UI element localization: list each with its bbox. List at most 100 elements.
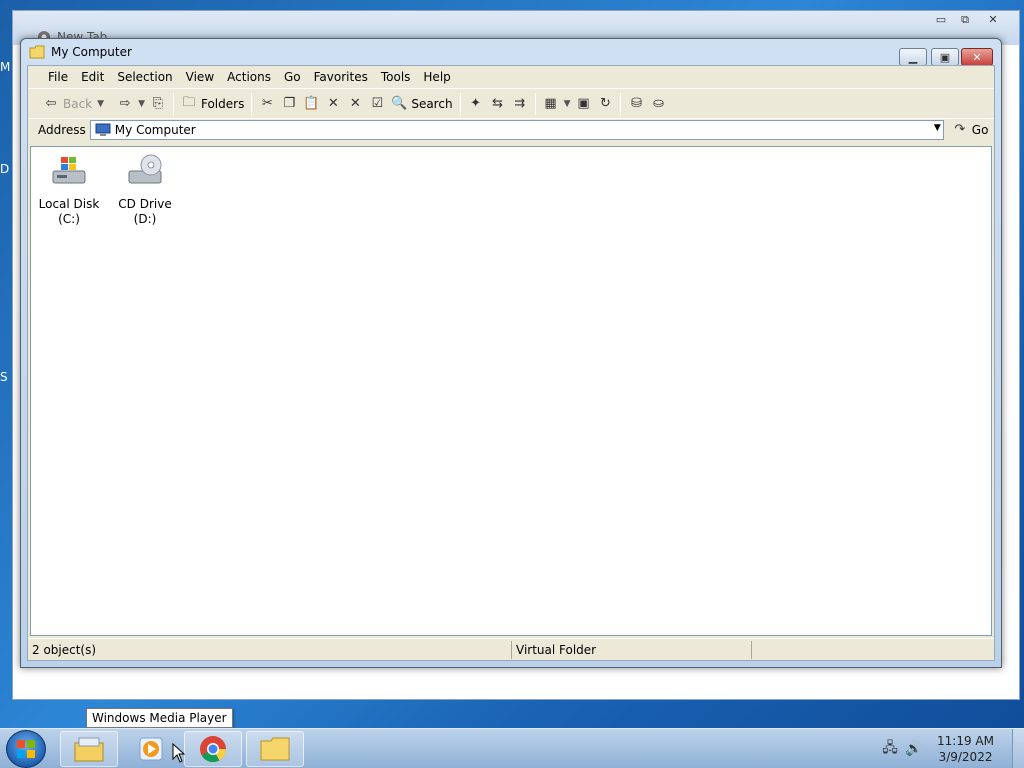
up-folder-icon: ⎘ [152,96,164,111]
command-prompt-button[interactable]: ▣ [572,92,594,116]
media-player-icon [139,737,163,761]
clock-time: 11:19 AM [937,734,994,748]
up-folder-button[interactable]: ⎘ [147,92,169,116]
search-label: Search [411,96,453,111]
background-minimize-button[interactable]: ▭ [929,13,953,27]
copy-to-button[interactable]: ⇉ [509,92,531,116]
address-dropdown-icon[interactable]: ▼ [934,123,941,133]
search-button[interactable]: 🔍 Search [388,92,455,116]
folders-label: Folders [200,96,245,111]
cd-drive-icon [128,154,162,184]
taskbar-file-explorer[interactable] [60,731,118,767]
toolbar-separator [459,92,461,115]
copy-to-icon: ⇉ [514,96,526,111]
scissors-icon: ✂ [261,96,273,111]
address-bar: Address My Computer ▼ ↷ Go [28,118,994,140]
new-folder-icon: ✦ [470,96,482,111]
menu-help[interactable]: Help [417,70,456,84]
move-to-button[interactable]: ⇆ [487,92,509,116]
properties-button[interactable]: ☑ [366,92,388,116]
delete-button[interactable]: ✕ [322,92,344,116]
mouse-cursor-icon [172,743,186,763]
drive-item-d[interactable]: CD Drive (D:) [109,153,181,227]
chrome-icon [200,736,227,763]
menu-tools[interactable]: Tools [375,70,417,84]
move-to-icon: ⇆ [492,96,504,111]
start-button[interactable] [6,730,46,768]
disconnect-drive-button[interactable]: ⛀ [647,92,669,116]
folders-button[interactable]: 🗀 Folders [178,92,247,116]
window-title: My Computer [51,45,132,59]
cross-icon: ✕ [349,96,361,111]
address-value: My Computer [114,122,196,137]
background-maximize-button[interactable]: ⧉ [953,13,977,27]
forward-button[interactable]: ⇨ [114,92,136,116]
clock-date: 3/9/2022 [938,750,993,764]
my-computer-window[interactable]: My Computer ▁ ▣ ✕ File Edit Selection Vi… [20,38,1002,668]
maximize-button[interactable]: ▣ [931,48,959,66]
back-dropdown-icon[interactable]: ▼ [95,99,106,109]
menu-go[interactable]: Go [278,70,307,84]
menu-selection[interactable]: Selection [111,70,178,84]
status-empty-pane [752,641,994,659]
map-drive-button[interactable]: ⛁ [625,92,647,116]
address-field[interactable]: My Computer ▼ [89,119,944,140]
undo-button[interactable]: ✕ [344,92,366,116]
refresh-button[interactable]: ↻ [594,92,616,116]
close-button[interactable]: ✕ [961,48,993,66]
menu-edit[interactable]: Edit [75,70,110,84]
minimize-button[interactable]: ▁ [899,48,927,66]
toolbar-separator [534,92,536,115]
clock[interactable]: 11:19 AM 3/9/2022 [937,733,994,765]
go-label: Go [971,122,989,137]
taskbar-my-computer-folder[interactable] [246,731,304,767]
properties-icon: ☑ [371,96,384,111]
delete-x-icon: ✕ [327,96,339,111]
background-close-button[interactable]: ✕ [981,13,1005,27]
menu-bar: File Edit Selection View Actions Go Favo… [28,66,994,88]
views-dropdown-icon[interactable]: ▼ [562,99,573,109]
status-location: Virtual Folder [512,640,752,659]
system-tray: 🖧 🔊 11:19 AM 3/9/2022 [875,729,1024,768]
terminal-icon: ▣ [577,96,590,111]
address-label: Address [38,122,86,137]
back-label: Back [63,96,93,111]
menu-favorites[interactable]: Favorites [308,70,374,84]
menu-view[interactable]: View [180,70,220,84]
taskbar-tooltip: Windows Media Player [86,708,233,728]
windows-logo-icon [17,740,35,758]
folder-icon [29,45,45,59]
refresh-icon: ↻ [600,96,611,111]
back-button[interactable]: ⇦ Back [40,92,95,116]
taskbar: 🖧 🔊 11:19 AM 3/9/2022 [0,728,1024,768]
menu-file[interactable]: File [42,70,74,84]
paste-button[interactable]: 📋 [300,92,322,116]
drive-label: CD Drive (D:) [118,197,172,226]
file-explorer-icon [74,737,104,762]
window-titlebar[interactable]: My Computer [21,39,1001,65]
go-arrow-icon: ↷ [954,122,966,137]
forward-dropdown-icon[interactable]: ▼ [136,99,147,109]
taskbar-chrome[interactable] [184,731,242,767]
menu-actions[interactable]: Actions [221,70,277,84]
hard-drive-icon [52,157,86,184]
copy-icon: ❐ [283,96,296,111]
show-desktop-button[interactable] [1012,729,1024,768]
folders-icon: 🗀 [182,94,196,110]
cut-button[interactable]: ✂ [256,92,278,116]
file-list-pane[interactable]: Local Disk (C:) CD Drive (D:) [30,146,992,636]
copy-button[interactable]: ❐ [278,92,300,116]
status-object-count: 2 object(s) [28,640,512,659]
paste-icon: 📋 [303,96,320,111]
computer-icon [95,123,111,136]
drive-item-c[interactable]: Local Disk (C:) [33,153,105,227]
new-folder-button[interactable]: ✦ [465,92,487,116]
status-bar: 2 object(s) Virtual Folder [28,638,994,660]
drive-label: Local Disk (C:) [38,197,100,226]
network-icon[interactable]: 🖧 [881,740,899,758]
map-drive-icon: ⛁ [631,96,642,111]
volume-icon[interactable]: 🔊 [905,740,923,758]
disconnect-drive-icon: ⛀ [653,96,664,111]
go-button[interactable]: ↷ Go [952,122,989,138]
views-button[interactable]: ▦ [540,92,562,116]
